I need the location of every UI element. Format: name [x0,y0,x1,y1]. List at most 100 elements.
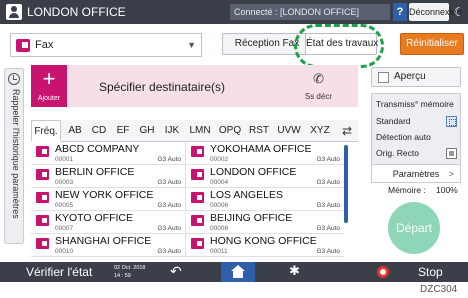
entry-mode: G3 Auto [157,179,182,186]
resolution-icon [446,116,457,127]
chevron-down-icon: ▼ [187,40,196,50]
phone-icon: ✆ [313,71,324,86]
logout-button[interactable]: Déconnexion [409,3,462,21]
plus-icon: + [42,66,56,91]
gear-icon[interactable]: ✱ [289,263,300,279]
check-status-button[interactable]: Vérifier l'état [26,265,92,279]
address-list: ABCD COMPANY 00001 G3 Auto YOKOHAMA OFFI… [31,142,358,257]
connection-status: Connecté : [LONDON OFFICE] [230,4,390,20]
list-item[interactable]: NEW YORK OFFICE 00005 G3 Auto [31,188,185,211]
fax-icon [36,238,49,249]
tab-gh[interactable]: GH [136,120,158,142]
back-icon[interactable]: ↶ [170,263,182,280]
entry-number: 00004 [210,179,229,186]
entry-name: ABCD COMPANY [55,143,140,155]
list-item[interactable]: ABCD COMPANY 00001 G3 Auto [31,142,185,165]
list-item[interactable]: YOKOHAMA OFFICE 00002 G3 Auto [186,142,344,165]
user-icon[interactable] [6,4,22,20]
tab-lmn[interactable]: LMN [186,120,214,142]
tab-uvw[interactable]: UVW [274,120,304,142]
bottom-bar: Vérifier l'état 02 Oct. 2018 14 : 59 ↶ ✱… [0,262,468,282]
settings-label: Paramètres [392,169,440,179]
entry-number: 00008 [210,225,229,232]
tab-ab[interactable]: AB [64,120,86,142]
tab-frequent[interactable]: Fréq. [31,120,61,142]
list-divider [185,142,186,257]
entry-mode: G3 Auto [157,156,182,163]
list-item[interactable]: BERLIN OFFICE 00003 G3 Auto [31,165,185,188]
entry-mode: G3 Auto [316,179,341,186]
memory-value: 100% [436,185,458,195]
destination-field[interactable]: Spécifier destinataire(s) ✆ Ss décr [67,65,358,107]
tab-xyz[interactable]: XYZ [306,120,334,142]
entry-name: HONG KONG OFFICE [210,235,317,247]
application-selector[interactable]: Fax ▼ [10,33,202,57]
list-item[interactable]: LONDON OFFICE 00004 G3 Auto [186,165,344,188]
fax-icon [191,146,204,157]
entry-number: 00005 [55,202,74,209]
memory-label: Mémoire : [388,185,426,195]
preview-checkbox[interactable] [378,72,389,83]
help-button[interactable]: ? [393,3,407,21]
fax-icon [191,238,204,249]
entry-mode: G3 Auto [157,225,182,232]
entry-name: BERLIN OFFICE [55,166,135,178]
entry-mode: G3 Auto [316,156,341,163]
preview-toggle[interactable]: Aperçu [371,67,461,87]
original-icon [446,148,457,159]
top-bar: LONDON OFFICE Connecté : [LONDON OFFICE]… [0,0,468,24]
fax-icon [36,169,49,180]
add-destination-button[interactable]: + Ajouter [31,65,67,107]
home-icon[interactable] [221,262,255,282]
entry-number: 00006 [210,202,229,209]
device-title: LONDON OFFICE [27,5,126,19]
tab-ef[interactable]: EF [112,120,134,142]
fax-icon [191,169,204,180]
history-side-tab[interactable]: Rappeler l'historique paramètres [4,68,24,244]
fax-icon [191,215,204,226]
highlight-callout [294,24,384,68]
moon-icon[interactable]: ☾ [452,3,466,21]
fax-icon [36,146,49,157]
entry-mode: G3 Auto [316,248,341,255]
entry-name: BEIJING OFFICE [210,212,293,224]
list-item[interactable]: KYOTO OFFICE 00007 G3 Auto [31,211,185,234]
list-item[interactable]: LOS ANGELES 00006 G3 Auto [186,188,344,211]
entry-mode: G3 Auto [157,202,182,209]
entry-name: NEW YORK OFFICE [55,189,154,201]
reset-button[interactable]: Réinitialiser [400,33,464,55]
figure-code: DZC304 [420,284,458,295]
resolution-setting[interactable]: Standard [376,116,411,126]
add-label: Ajouter [37,95,61,102]
entry-number: 00007 [55,225,74,232]
settings-button[interactable]: Paramètres > [372,164,460,182]
destination-label: Spécifier destinataire(s) [99,80,226,94]
list-item[interactable]: BEIJING OFFICE 00008 G3 Auto [186,211,344,234]
chevron-right-icon: > [448,169,454,179]
list-scrollbar[interactable] [344,145,348,223]
list-item[interactable]: HONG KONG OFFICE 00011 G3 Auto [186,234,344,257]
tab-cd[interactable]: CD [88,120,110,142]
preview-label: Aperçu [394,71,426,82]
tab-ijk[interactable]: IJK [160,120,184,142]
tab-opq[interactable]: OPQ [216,120,244,142]
entry-mode: G3 Auto [316,202,341,209]
time-text: 14 : 59 [114,273,131,279]
entry-number: 00010 [55,248,74,255]
transmission-mode[interactable]: Transmiss° mémoire [376,99,454,109]
index-tab-bar: Fréq. AB CD EF GH IJK LMN OPQ RST UVW XY… [31,120,358,142]
list-item[interactable]: SHANGHAI OFFICE 00010 G3 Auto [31,234,185,257]
entry-mode: G3 Auto [316,225,341,232]
original-setting[interactable]: Orig. Recto [376,148,419,158]
switch-list-icon[interactable]: ⇄ [342,124,356,138]
stop-icon[interactable] [377,266,389,278]
entry-number: 00003 [55,179,74,186]
start-button[interactable]: Départ [388,202,440,254]
entry-name: KYOTO OFFICE [55,212,133,224]
fax-icon [36,215,49,226]
tab-rst[interactable]: RST [246,120,272,142]
stop-button[interactable]: Stop [418,265,443,279]
density-setting[interactable]: Détection auto [376,132,431,142]
fax-icon [191,192,204,203]
entry-name: LONDON OFFICE [210,166,297,178]
